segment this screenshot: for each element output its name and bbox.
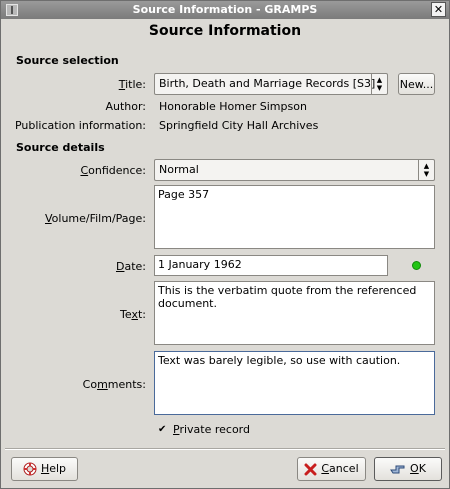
section-source-selection: Source selection bbox=[16, 54, 119, 67]
confidence-combo[interactable]: Normal ▲ ▼ bbox=[154, 159, 435, 181]
button-separator bbox=[5, 448, 445, 450]
comments-textarea[interactable]: Text was barely legible, so use with cau… bbox=[154, 351, 435, 415]
red-x-icon bbox=[304, 463, 317, 475]
date-valid-indicator-icon bbox=[412, 261, 421, 270]
confidence-label: Confidence: bbox=[80, 164, 146, 177]
author-value: Honorable Homer Simpson bbox=[159, 100, 307, 113]
window-title: Source Information - GRAMPS bbox=[132, 3, 318, 16]
cancel-button[interactable]: Cancel bbox=[297, 457, 366, 481]
date-label: Date: bbox=[115, 260, 146, 273]
lifebuoy-icon bbox=[23, 462, 37, 476]
new-button-label: New... bbox=[399, 78, 434, 91]
hand-pointer-icon bbox=[390, 465, 405, 474]
date-input[interactable]: 1 January 1962 bbox=[154, 255, 388, 276]
ok-button[interactable]: OK bbox=[374, 457, 442, 481]
text-textarea[interactable]: This is the verbatim quote from the refe… bbox=[154, 281, 435, 345]
combo-arrows-icon: ▲ ▼ bbox=[371, 74, 387, 94]
title-label: Title: bbox=[118, 78, 146, 91]
combo-arrows-icon: ▲ ▼ bbox=[418, 160, 434, 180]
window-menu-icon[interactable] bbox=[6, 4, 18, 16]
title-bar: Source Information - GRAMPS ✕ bbox=[1, 1, 449, 19]
section-source-details: Source details bbox=[16, 141, 105, 154]
confidence-value: Normal bbox=[159, 163, 199, 176]
close-button[interactable]: ✕ bbox=[431, 2, 446, 17]
publication-info-value: Springfield City Hall Archives bbox=[159, 119, 319, 132]
private-record-label[interactable]: Private record bbox=[173, 423, 250, 436]
private-record-checkbox[interactable]: ✔ bbox=[158, 425, 169, 436]
comments-label: Comments: bbox=[82, 378, 146, 391]
new-source-button[interactable]: New... bbox=[398, 73, 435, 95]
text-label: Text: bbox=[120, 308, 146, 321]
volume-textarea[interactable]: Page 357 bbox=[154, 185, 435, 249]
volume-label: Volume/Film/Page: bbox=[44, 212, 146, 225]
author-label: Author: bbox=[105, 100, 146, 113]
title-combo-value: Birth, Death and Marriage Records [S3] bbox=[159, 77, 376, 90]
help-button[interactable]: Help bbox=[11, 457, 78, 481]
publication-info-label: Publication information: bbox=[14, 119, 146, 132]
title-combo[interactable]: Birth, Death and Marriage Records [S3] ▲… bbox=[154, 73, 388, 95]
source-information-dialog: Source Information - GRAMPS ✕ Source Inf… bbox=[0, 0, 450, 489]
dialog-heading: Source Information bbox=[148, 23, 302, 39]
